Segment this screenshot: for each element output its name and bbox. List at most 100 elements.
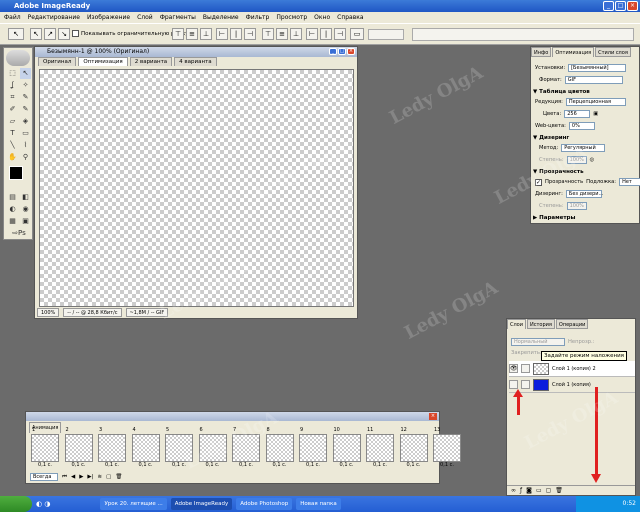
menu-filter[interactable]: Фильтр bbox=[246, 14, 270, 21]
fullscreen-mode-icon[interactable]: ▣ bbox=[20, 216, 31, 227]
animation-frame[interactable]: 1 0,1 с. bbox=[31, 427, 62, 474]
frame-delay-select[interactable]: 0,1 с. bbox=[266, 462, 294, 468]
animation-frame[interactable]: 3 0,1 с. bbox=[98, 427, 129, 474]
crop-tool-icon[interactable]: ⌗ bbox=[7, 92, 18, 103]
duplicate-frame-icon[interactable]: ▢ bbox=[106, 474, 111, 480]
paint-bucket-icon[interactable]: ◈ bbox=[20, 116, 31, 127]
zoom-tool-icon[interactable]: ⚲ bbox=[20, 152, 31, 163]
tab-original[interactable]: Оригинал bbox=[38, 57, 77, 66]
screen-mode-icon[interactable]: ▦ bbox=[7, 216, 18, 227]
animation-frame[interactable]: 11 0,1 с. bbox=[366, 427, 397, 474]
eye-icon[interactable]: 👁 bbox=[509, 364, 518, 373]
magic-wand-icon[interactable]: ✧ bbox=[20, 80, 31, 91]
animation-close-button[interactable]: × bbox=[429, 413, 437, 420]
distribute-middle-icon[interactable]: ≡ bbox=[276, 28, 288, 40]
align-bottom-icon[interactable]: ⊥ bbox=[200, 28, 212, 40]
dimension-field[interactable] bbox=[368, 29, 404, 40]
animation-frame[interactable]: 9 0,1 с. bbox=[299, 427, 330, 474]
tween-icon[interactable]: ≋ bbox=[98, 474, 103, 480]
new-set-icon[interactable]: ▭ bbox=[536, 486, 542, 495]
next-frame-icon[interactable]: ▶| bbox=[87, 474, 93, 480]
direct-select-option[interactable]: ↘ bbox=[58, 28, 70, 40]
settings-select[interactable]: [Безымянный] bbox=[568, 64, 627, 72]
mask-icon[interactable]: ◙ bbox=[526, 486, 532, 495]
clock[interactable]: 0:52 bbox=[623, 500, 636, 507]
menu-window[interactable]: Окно bbox=[314, 14, 330, 21]
menu-help[interactable]: Справка bbox=[337, 14, 363, 21]
frame-delay-select[interactable]: 0,1 с. bbox=[366, 462, 394, 468]
new-layer-icon[interactable]: ▢ bbox=[546, 486, 552, 495]
animation-frame[interactable]: 8 0,1 с. bbox=[265, 427, 297, 474]
animation-frame[interactable]: 2 0,1 с. bbox=[64, 427, 96, 474]
start-button[interactable] bbox=[0, 496, 32, 512]
format-select[interactable]: GIF bbox=[564, 76, 623, 84]
maximize-button[interactable]: □ bbox=[615, 1, 626, 11]
align-middle-icon[interactable]: ≡ bbox=[186, 28, 198, 40]
tab-history[interactable]: История bbox=[527, 319, 555, 329]
download-time[interactable]: -- / -- @ 28,8 Кбит/с bbox=[63, 308, 122, 317]
eye-icon[interactable] bbox=[509, 380, 518, 389]
close-button[interactable]: × bbox=[627, 1, 638, 11]
image-canvas[interactable] bbox=[39, 69, 354, 307]
distribute-right-icon[interactable]: ⊣ bbox=[334, 28, 346, 40]
loop-select[interactable]: Всегда bbox=[30, 473, 58, 481]
frame-delay-select[interactable]: 0,1 с. bbox=[333, 462, 361, 468]
layer-style-icon[interactable]: ƒ bbox=[520, 486, 522, 495]
lasso-tool-icon[interactable]: ʆ bbox=[7, 80, 18, 91]
toggle-slices-icon[interactable]: ▤ bbox=[7, 192, 18, 203]
tab-2up[interactable]: 2 варианта bbox=[129, 57, 173, 66]
menu-layer[interactable]: Слой bbox=[137, 14, 153, 21]
transparency-amount-field[interactable]: 100% bbox=[566, 202, 587, 210]
menu-slices[interactable]: Фрагменты bbox=[160, 14, 196, 21]
match-size-icon[interactable]: ▭ bbox=[350, 28, 364, 40]
frame-delay-select[interactable]: 0,1 с. bbox=[98, 462, 126, 468]
link-layers-icon[interactable]: ∞ bbox=[511, 486, 516, 495]
taskbar-item[interactable]: Adobe Photoshop bbox=[236, 498, 293, 510]
eraser-tool-icon[interactable]: ▱ bbox=[7, 116, 18, 127]
tab-actions[interactable]: Операции bbox=[555, 319, 589, 329]
delete-frame-icon[interactable]: 🗑 bbox=[115, 474, 122, 480]
prev-frame-icon[interactable]: ◀ bbox=[71, 474, 75, 480]
menu-file[interactable]: Файл bbox=[4, 14, 21, 21]
color-table-section[interactable]: ▼ Таблица цветов bbox=[533, 89, 590, 95]
dither-section[interactable]: ▼ Дизеринг bbox=[533, 135, 569, 141]
doc-close-button[interactable]: × bbox=[347, 48, 355, 55]
jump-to-photoshop-icon[interactable]: ⇨Ps bbox=[7, 228, 31, 239]
animation-frame[interactable]: 10 0,1 с. bbox=[332, 427, 364, 474]
text-tool-icon[interactable]: T bbox=[7, 128, 18, 139]
tab-info[interactable]: Инфо bbox=[531, 47, 552, 57]
brush-tool-icon[interactable]: ✐ bbox=[7, 104, 18, 115]
pencil-tool-icon[interactable]: ✎ bbox=[20, 104, 31, 115]
rollover-preview-icon[interactable]: ◐ bbox=[7, 204, 18, 215]
doc-maximize-button[interactable]: □ bbox=[338, 48, 346, 55]
eyedropper-tool-icon[interactable]: ⌇ bbox=[20, 140, 31, 151]
frame-delay-select[interactable]: 0,1 с. bbox=[400, 462, 428, 468]
link-icon[interactable] bbox=[521, 380, 530, 389]
zoom-level[interactable]: 100% bbox=[37, 308, 60, 317]
align-right-icon[interactable]: ⊣ bbox=[244, 28, 256, 40]
tab-layer-styles[interactable]: Стили слоя bbox=[595, 47, 631, 57]
menu-select[interactable]: Выделение bbox=[203, 14, 239, 21]
taskbar-item[interactable]: Новая папка bbox=[296, 498, 341, 510]
align-left-icon[interactable]: ⊢ bbox=[216, 28, 228, 40]
distribute-top-icon[interactable]: ⊤ bbox=[262, 28, 274, 40]
animation-frame[interactable]: 13 0,1 с. bbox=[433, 427, 464, 474]
web-snap-select[interactable]: 0% bbox=[568, 122, 595, 130]
bounding-box-checkbox[interactable] bbox=[72, 30, 79, 37]
tab-4up[interactable]: 4 варианта bbox=[174, 57, 217, 66]
link-icon[interactable] bbox=[521, 364, 530, 373]
layer-row[interactable]: Слой 1 (копия) bbox=[509, 377, 635, 393]
slice-tool-icon[interactable]: ✎ bbox=[20, 92, 31, 103]
trash-icon[interactable]: 🗑 bbox=[555, 486, 563, 495]
taskbar-item[interactable]: Adobe ImageReady bbox=[170, 498, 233, 510]
move-tool-option[interactable]: ↖ bbox=[30, 28, 42, 40]
foreground-color-swatch[interactable] bbox=[9, 166, 23, 180]
distribute-left-icon[interactable]: ⊢ bbox=[306, 28, 318, 40]
minimize-button[interactable]: _ bbox=[603, 1, 614, 11]
menu-edit[interactable]: Редактирование bbox=[28, 14, 80, 21]
distribute-bottom-icon[interactable]: ⊥ bbox=[290, 28, 302, 40]
quick-launch-icon[interactable]: ◐ ◑ bbox=[36, 500, 50, 508]
rectangle-tool-icon[interactable]: ▭ bbox=[20, 128, 31, 139]
palette-well[interactable] bbox=[412, 28, 634, 41]
menu-view[interactable]: Просмотр bbox=[276, 14, 307, 21]
